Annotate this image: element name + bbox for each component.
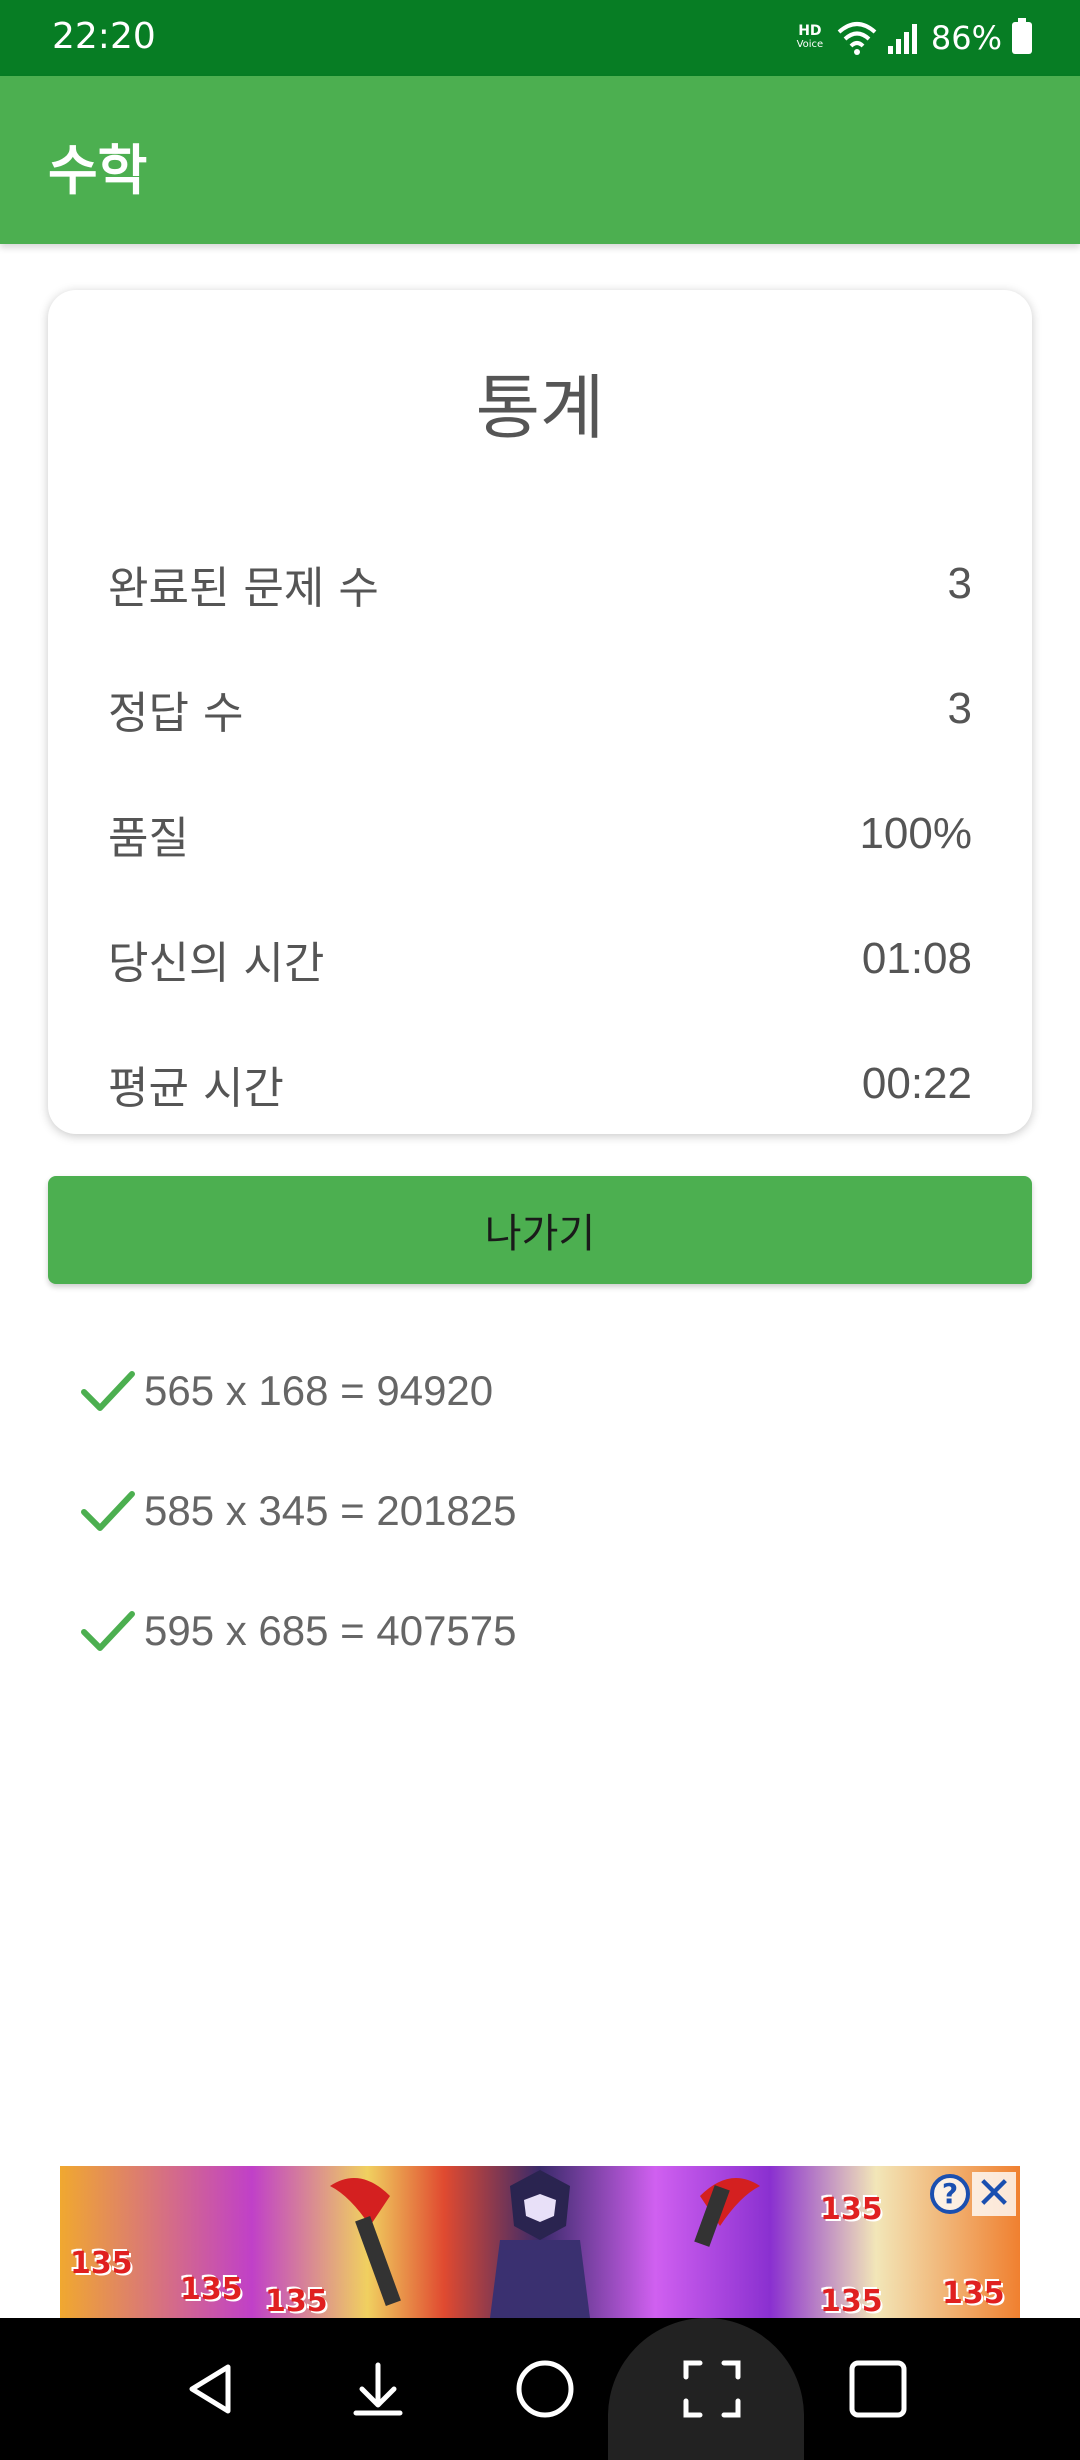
back-icon[interactable] xyxy=(152,2318,272,2460)
stat-label: 평균 시간 xyxy=(108,1063,284,1114)
ad-axe-image xyxy=(330,2178,401,2307)
stat-row-your-time: 당신의 시간 01:08 xyxy=(108,919,972,999)
battery-icon xyxy=(1012,18,1032,54)
check-icon xyxy=(78,1486,138,1536)
result-item: 585 x 345 = 201825 xyxy=(78,1476,517,1546)
stat-label: 정답 수 xyxy=(108,688,244,739)
stat-label: 품질 xyxy=(108,813,189,864)
check-icon xyxy=(78,1606,138,1656)
ad-damage-number: 135 xyxy=(180,2272,243,2307)
result-text: 565 x 168 = 94920 xyxy=(144,1367,494,1414)
ad-character-image xyxy=(490,2170,590,2318)
statistics-card: 통계 완료된 문제 수 3 정답 수 3 품질 100% 당신의 시간 01:0… xyxy=(48,290,1032,1134)
result-item: 565 x 168 = 94920 xyxy=(78,1356,493,1426)
signal-icon xyxy=(887,24,917,54)
app-bar: 수학 xyxy=(0,76,1080,244)
ad-damage-number: 135 xyxy=(942,2276,1005,2311)
status-time: 22:20 xyxy=(52,16,156,57)
navigation-bar xyxy=(0,2318,1080,2460)
ad-axe-image xyxy=(694,2178,760,2247)
stat-label: 당신의 시간 xyxy=(108,938,325,989)
battery-level: 86% xyxy=(930,19,1002,57)
stat-value: 100% xyxy=(859,809,972,858)
result-text: 595 x 685 = 407575 xyxy=(144,1607,517,1654)
stat-value: 00:22 xyxy=(861,1059,972,1108)
status-bar: 22:20 HD Voice 86% xyxy=(0,0,1080,76)
wifi-icon xyxy=(837,22,877,55)
home-icon[interactable] xyxy=(485,2318,605,2460)
exit-button[interactable]: 나가기 xyxy=(48,1176,1032,1284)
ad-banner[interactable]: 135 135 135 135 135 135 ? ✕ xyxy=(60,2166,1020,2318)
stat-value: 3 xyxy=(947,559,972,608)
stat-row-completed: 완료된 문제 수 3 xyxy=(108,544,972,624)
ad-info-icon[interactable]: ? xyxy=(930,2174,970,2214)
ad-damage-number: 135 xyxy=(820,2192,883,2227)
recents-icon[interactable] xyxy=(818,2318,938,2460)
stat-row-quality: 품질 100% xyxy=(108,794,972,874)
stat-row-average-time: 평균 시간 00:22 xyxy=(108,1044,972,1124)
ad-damage-number: 135 xyxy=(820,2284,883,2318)
download-icon[interactable] xyxy=(318,2318,438,2460)
check-icon xyxy=(78,1366,138,1416)
statistics-title: 통계 xyxy=(475,367,605,449)
status-icons: HD Voice 86% xyxy=(793,14,1032,62)
stat-value: 01:08 xyxy=(861,934,972,983)
ad-close-icon[interactable]: ✕ xyxy=(972,2172,1016,2216)
screenshot-icon[interactable] xyxy=(652,2318,772,2460)
ad-damage-number: 135 xyxy=(70,2246,133,2281)
hd-voice-icon: HD Voice xyxy=(796,23,824,50)
result-item: 595 x 685 = 407575 xyxy=(78,1596,517,1666)
result-text: 585 x 345 = 201825 xyxy=(144,1487,517,1534)
stat-label: 완료된 문제 수 xyxy=(108,563,379,614)
stat-value: 3 xyxy=(947,684,972,733)
stat-row-correct: 정답 수 3 xyxy=(108,669,972,749)
app-title: 수학 xyxy=(48,139,148,202)
